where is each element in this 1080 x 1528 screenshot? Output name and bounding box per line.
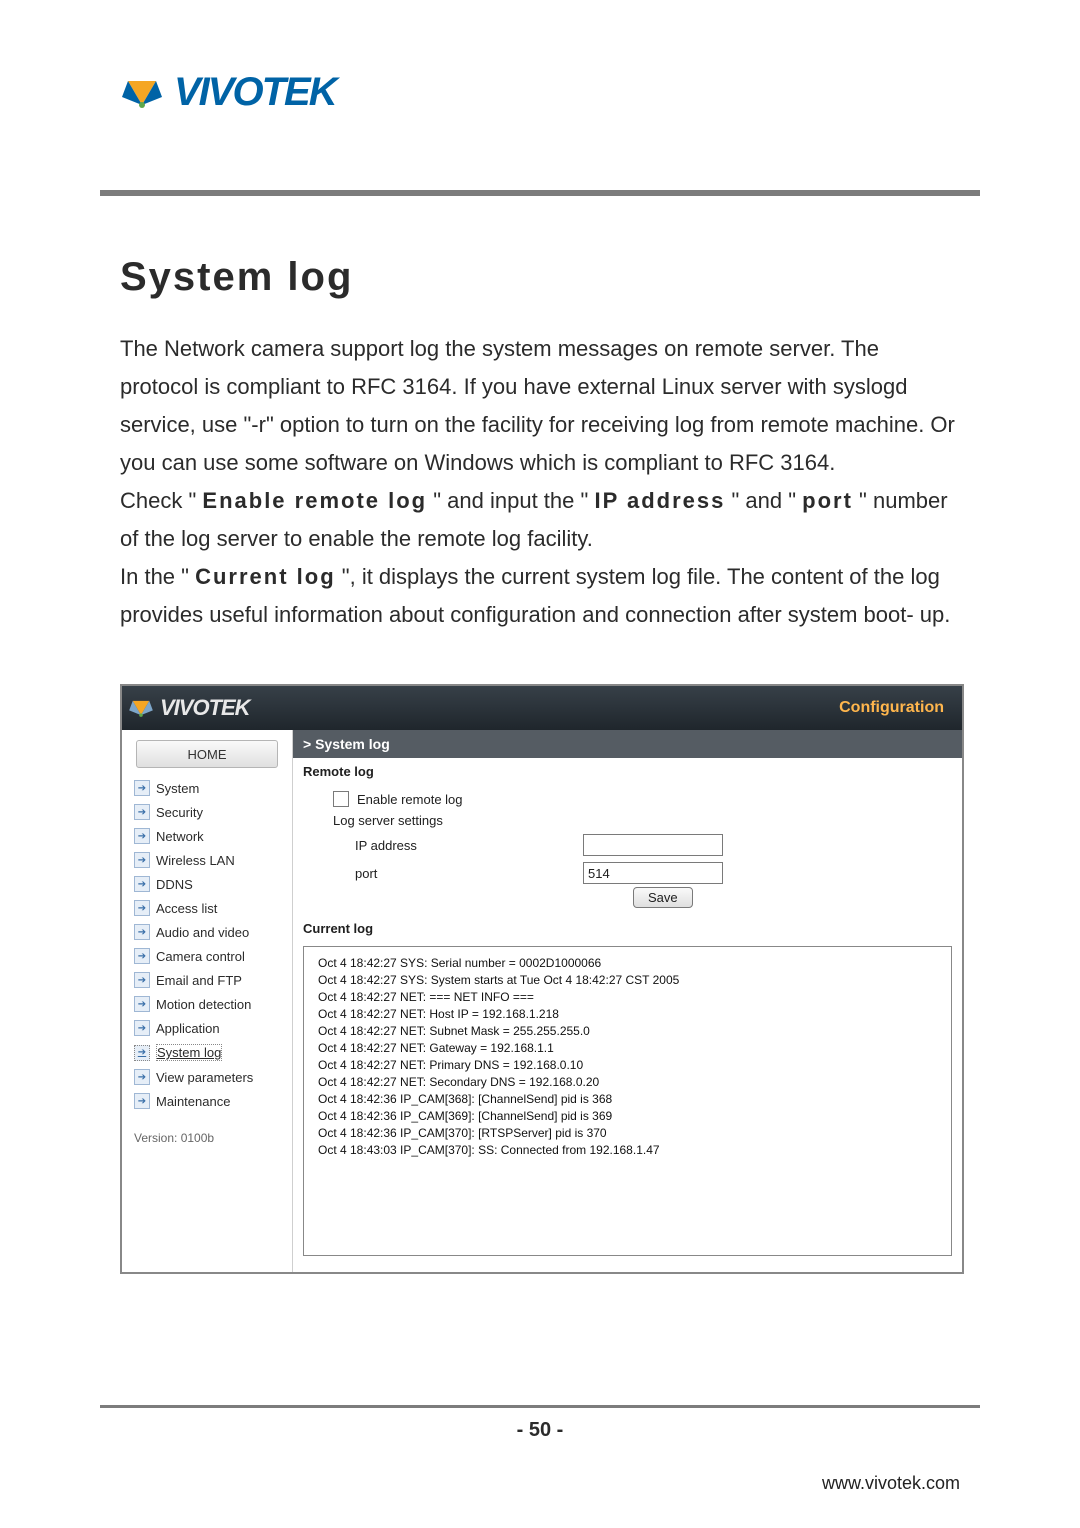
current-log-heading: Current log (293, 915, 962, 940)
firmware-version: Version: 0100b (122, 1131, 292, 1145)
sidebar-item-application[interactable]: ➔ Application (122, 1016, 292, 1040)
article-body: The Network camera support log the syste… (120, 330, 960, 634)
sidebar-item-label: Security (156, 805, 203, 820)
arrow-right-icon: ➔ (134, 972, 150, 988)
sidebar-item-wireless-lan[interactable]: ➔ Wireless LAN (122, 848, 292, 872)
arrow-right-icon: ➔ (134, 1069, 150, 1085)
arrow-right-icon: ➔ (134, 780, 150, 796)
sidebar-item-label: Network (156, 829, 204, 844)
remote-log-heading: Remote log (293, 758, 962, 783)
sidebar-item-label: Camera control (156, 949, 245, 964)
bottom-divider (100, 1405, 980, 1408)
breadcrumb: > System log (293, 730, 962, 758)
sidebar-item-view-parameters[interactable]: ➔ View parameters (122, 1065, 292, 1089)
sidebar-item-security[interactable]: ➔ Security (122, 800, 292, 824)
arrow-right-icon: ➔ (134, 900, 150, 916)
term-port: port (802, 488, 853, 513)
enable-remote-log-label: Enable remote log (357, 792, 463, 807)
sidebar-item-label: Wireless LAN (156, 853, 235, 868)
enable-remote-log-checkbox[interactable] (333, 791, 349, 807)
arrow-right-icon: ➔ (134, 1093, 150, 1109)
sidebar-item-label: System log (156, 1044, 222, 1061)
sidebar-item-motion-detection[interactable]: ➔ Motion detection (122, 992, 292, 1016)
ui-brand-text: VIVOTEK (160, 695, 250, 721)
sidebar-item-label: Application (156, 1021, 220, 1036)
sidebar-item-access-list[interactable]: ➔ Access list (122, 896, 292, 920)
arrow-right-icon: ➔ (134, 828, 150, 844)
config-ui-frame: VIVOTEK Configuration HOME ➔ System ➔ Secur… (120, 684, 964, 1274)
arrow-right-icon: ➔ (134, 1020, 150, 1036)
log-server-settings-label: Log server settings (333, 813, 443, 828)
ip-address-label: IP address (355, 838, 575, 853)
current-log-output: Oct 4 18:42:27 SYS: Serial number = 0002… (303, 946, 952, 1256)
top-divider (100, 190, 980, 196)
footer-url: www.vivotek.com (822, 1473, 960, 1494)
page-title: System log (120, 255, 960, 300)
ip-address-input[interactable] (583, 834, 723, 856)
sidebar-item-ddns[interactable]: ➔ DDNS (122, 872, 292, 896)
para-2e: " and " (731, 488, 796, 513)
arrow-right-icon: ➔ (134, 996, 150, 1012)
para-3a: In the " (120, 564, 189, 589)
para-2a: Check " (120, 488, 196, 513)
sidebar-item-label: Audio and video (156, 925, 249, 940)
vivotek-mark-icon (128, 695, 154, 721)
sidebar-item-label: Access list (156, 901, 217, 916)
sidebar-item-system-log[interactable]: ➔ System log (122, 1040, 292, 1065)
brand-logo-text: VIVOTEK (174, 70, 336, 115)
save-button[interactable]: Save (633, 887, 693, 908)
sidebar-item-label: Maintenance (156, 1094, 230, 1109)
sidebar-item-label: View parameters (156, 1070, 253, 1085)
sidebar-item-system[interactable]: ➔ System (122, 776, 292, 800)
configuration-link[interactable]: Configuration (839, 699, 944, 717)
ui-brand-logo: VIVOTEK (128, 695, 250, 721)
ui-header-bar: VIVOTEK Configuration (122, 686, 962, 730)
sidebar-item-audio-and-video[interactable]: ➔ Audio and video (122, 920, 292, 944)
sidebar-item-camera-control[interactable]: ➔ Camera control (122, 944, 292, 968)
term-ip-address: IP address (594, 488, 725, 513)
port-input[interactable]: 514 (583, 862, 723, 884)
sidebar: HOME ➔ System ➔ Security ➔ Network ➔ Wireless L… (122, 730, 293, 1272)
arrow-right-icon: ➔ (134, 804, 150, 820)
para-1: The Network camera support log the syste… (120, 336, 955, 475)
port-label: port (355, 866, 575, 881)
sidebar-item-label: Email and FTP (156, 973, 242, 988)
sidebar-item-label: System (156, 781, 199, 796)
sidebar-item-label: Motion detection (156, 997, 251, 1012)
arrow-right-icon: ➔ (134, 1045, 150, 1061)
vivotek-mark-icon (120, 71, 164, 115)
page-number: - 50 - (0, 1419, 1080, 1442)
home-button[interactable]: HOME (136, 740, 278, 768)
term-current-log: Current log (195, 564, 336, 589)
arrow-right-icon: ➔ (134, 852, 150, 868)
brand-logo: VIVOTEK (120, 70, 336, 115)
sidebar-item-label: DDNS (156, 877, 193, 892)
arrow-right-icon: ➔ (134, 876, 150, 892)
arrow-right-icon: ➔ (134, 948, 150, 964)
sidebar-item-email-and-ftp[interactable]: ➔ Email and FTP (122, 968, 292, 992)
sidebar-item-network[interactable]: ➔ Network (122, 824, 292, 848)
term-enable-remote-log: Enable remote log (202, 488, 427, 513)
sidebar-item-maintenance[interactable]: ➔ Maintenance (122, 1089, 292, 1113)
para-2c: " and input the " (433, 488, 588, 513)
arrow-right-icon: ➔ (134, 924, 150, 940)
